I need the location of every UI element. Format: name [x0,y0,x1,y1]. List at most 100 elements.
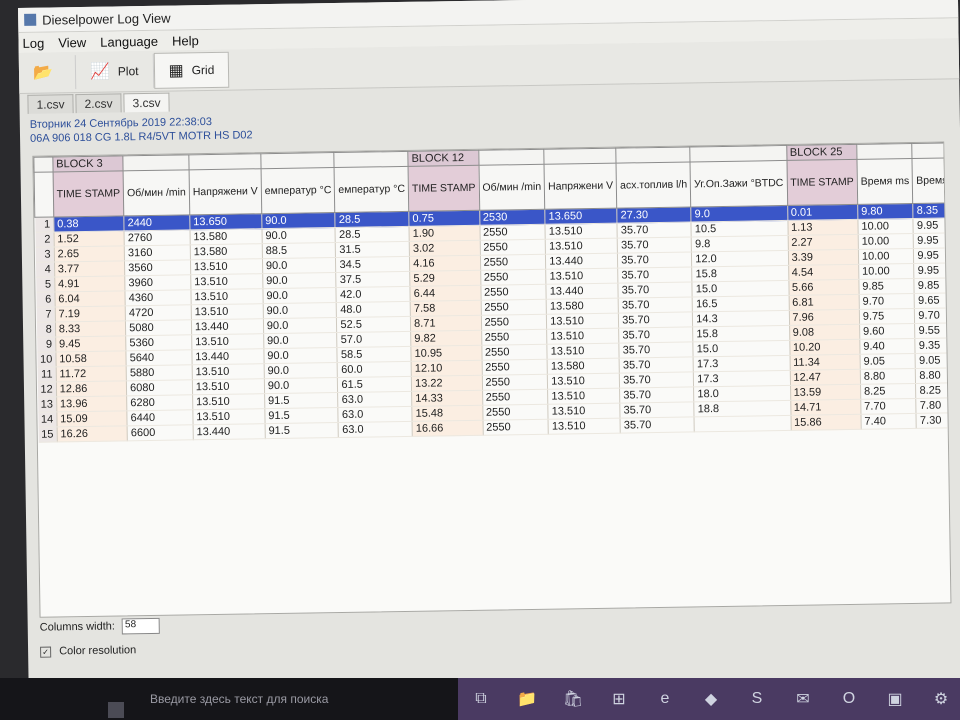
table-cell[interactable]: 5360 [125,334,192,351]
table-cell[interactable]: 6280 [126,394,193,411]
table-cell[interactable]: 91.5 [264,407,339,424]
table-cell[interactable]: 13.510 [192,363,265,380]
table-cell[interactable]: 60.0 [337,361,412,378]
column-header[interactable]: TIME STAMP [408,165,480,212]
table-cell[interactable]: 37.5 [336,271,411,288]
table-cell[interactable]: 13.580 [546,298,619,315]
tab-3csv[interactable]: 3.csv [123,92,170,113]
windows-icon[interactable]: ⊞ [596,689,642,709]
table-cell[interactable]: 13.510 [547,343,620,360]
table-cell[interactable]: 28.5 [335,211,410,228]
table-cell[interactable]: 13.650 [189,213,262,230]
table-cell[interactable]: 7.40 [860,413,917,430]
column-header[interactable]: асх.топлив l/h [616,161,691,209]
table-cell[interactable]: 61.5 [337,376,412,393]
table-cell[interactable]: 13.510 [545,223,618,240]
table-cell[interactable]: 13.580 [190,243,263,260]
table-cell[interactable]: 12.0 [691,250,789,267]
column-header[interactable]: емператур °C [260,167,336,214]
table-cell[interactable]: 2550 [482,419,549,436]
plot-button[interactable]: 📈 Plot [75,53,154,90]
table-cell[interactable]: 9.82 [410,330,482,347]
table-cell[interactable]: 28.5 [335,226,410,243]
table-cell[interactable]: 15.0 [693,340,790,357]
table-cell[interactable]: 2550 [482,404,549,421]
table-cell[interactable]: 35.70 [617,236,692,254]
table-cell[interactable]: 35.70 [617,251,692,269]
table-cell[interactable]: 13.440 [192,423,266,440]
table-cell[interactable]: 12.86 [56,380,127,397]
column-header[interactable]: Напряжени V [544,163,617,210]
table-cell[interactable]: 14.71 [790,399,861,416]
table-cell[interactable]: 7.80 [916,397,952,414]
table-cell[interactable]: 2550 [480,269,547,286]
table-cell[interactable]: 90.0 [263,362,338,379]
tab-2csv[interactable]: 2.csv [75,93,122,114]
column-header[interactable]: Об/мин /min [478,164,545,211]
table-cell[interactable]: 13.510 [190,273,263,290]
table-cell[interactable]: 2550 [479,224,546,241]
tab-1csv[interactable]: 1.csv [27,94,74,114]
column-header[interactable]: Об/мин /min [123,169,190,216]
table-cell[interactable]: 10.00 [858,248,915,265]
table-cell[interactable]: 2.27 [787,234,859,251]
columns-width-stepper[interactable]: 58 [121,617,161,635]
table-cell[interactable]: 15.48 [411,405,483,422]
table-cell[interactable]: 10.5 [691,220,788,237]
table-cell[interactable]: 35.70 [618,326,694,344]
table-cell[interactable] [694,415,791,432]
table-cell[interactable]: 7.96 [788,309,860,326]
table-cell[interactable]: 4720 [125,304,192,321]
dropbox-icon[interactable]: ◆ [688,689,734,709]
table-cell[interactable]: 10.95 [410,345,482,362]
open-folder-button[interactable]: 📂 [18,55,77,90]
column-header[interactable]: Уг.Оп.Зажи °BTDC [690,160,788,207]
table-cell[interactable]: 35.70 [617,221,692,239]
table-cell[interactable]: 88.5 [262,242,336,259]
table-cell[interactable]: 5640 [126,349,193,366]
table-cell[interactable]: 13.510 [190,258,263,275]
table-cell[interactable]: 9.65 [914,292,952,309]
table-cell[interactable]: 13.510 [547,373,620,390]
column-header[interactable]: емператур °C [334,166,409,213]
table-cell[interactable]: 18.8 [694,400,791,417]
table-cell[interactable]: 6440 [126,409,193,426]
table-cell[interactable]: 18.0 [693,385,791,402]
table-cell[interactable]: 2760 [124,229,191,246]
edge-icon[interactable]: e [642,690,688,708]
table-cell[interactable]: 9.85 [914,277,952,294]
table-cell[interactable]: 48.0 [336,301,411,318]
table-cell[interactable]: 2550 [479,239,546,256]
table-cell[interactable]: 13.510 [546,328,620,345]
table-cell[interactable]: 9.40 [859,338,916,355]
table-cell[interactable]: 12.10 [411,360,482,377]
table-cell[interactable]: 6.81 [788,294,860,311]
table-cell[interactable]: 2550 [482,389,549,406]
table-cell[interactable]: 2550 [481,359,548,376]
table-cell[interactable]: 6600 [127,424,194,441]
table-cell[interactable]: 0.01 [787,204,858,221]
mail-icon[interactable]: ✉ [780,689,826,709]
table-cell[interactable]: 13.510 [190,288,264,305]
table-cell[interactable]: 13.440 [191,318,264,335]
table-cell[interactable]: 3.02 [409,240,480,257]
table-cell[interactable]: 0.75 [408,210,480,227]
table-cell[interactable]: 13.440 [546,283,619,300]
windows-start-icon[interactable] [108,702,124,718]
table-cell[interactable]: 63.0 [338,391,412,408]
table-cell[interactable]: 12.47 [789,369,861,386]
table-cell[interactable]: 11.72 [55,365,127,382]
table-cell[interactable]: 90.0 [263,347,338,364]
table-cell[interactable]: 8.35 [913,202,952,219]
column-header[interactable]: TIME STAMP [52,170,124,217]
table-cell[interactable]: 2550 [479,254,546,271]
table-cell[interactable]: 91.5 [264,392,339,409]
table-cell[interactable]: 14.33 [411,390,483,407]
table-cell[interactable]: 58.5 [337,346,412,363]
table-cell[interactable]: 35.70 [619,356,694,374]
menu-log[interactable]: Log [22,35,44,50]
table-cell[interactable]: 13.510 [191,333,264,350]
table-cell[interactable]: 90.0 [262,287,337,304]
table-cell[interactable]: 13.510 [548,403,621,420]
table-cell[interactable]: 3160 [124,244,191,261]
